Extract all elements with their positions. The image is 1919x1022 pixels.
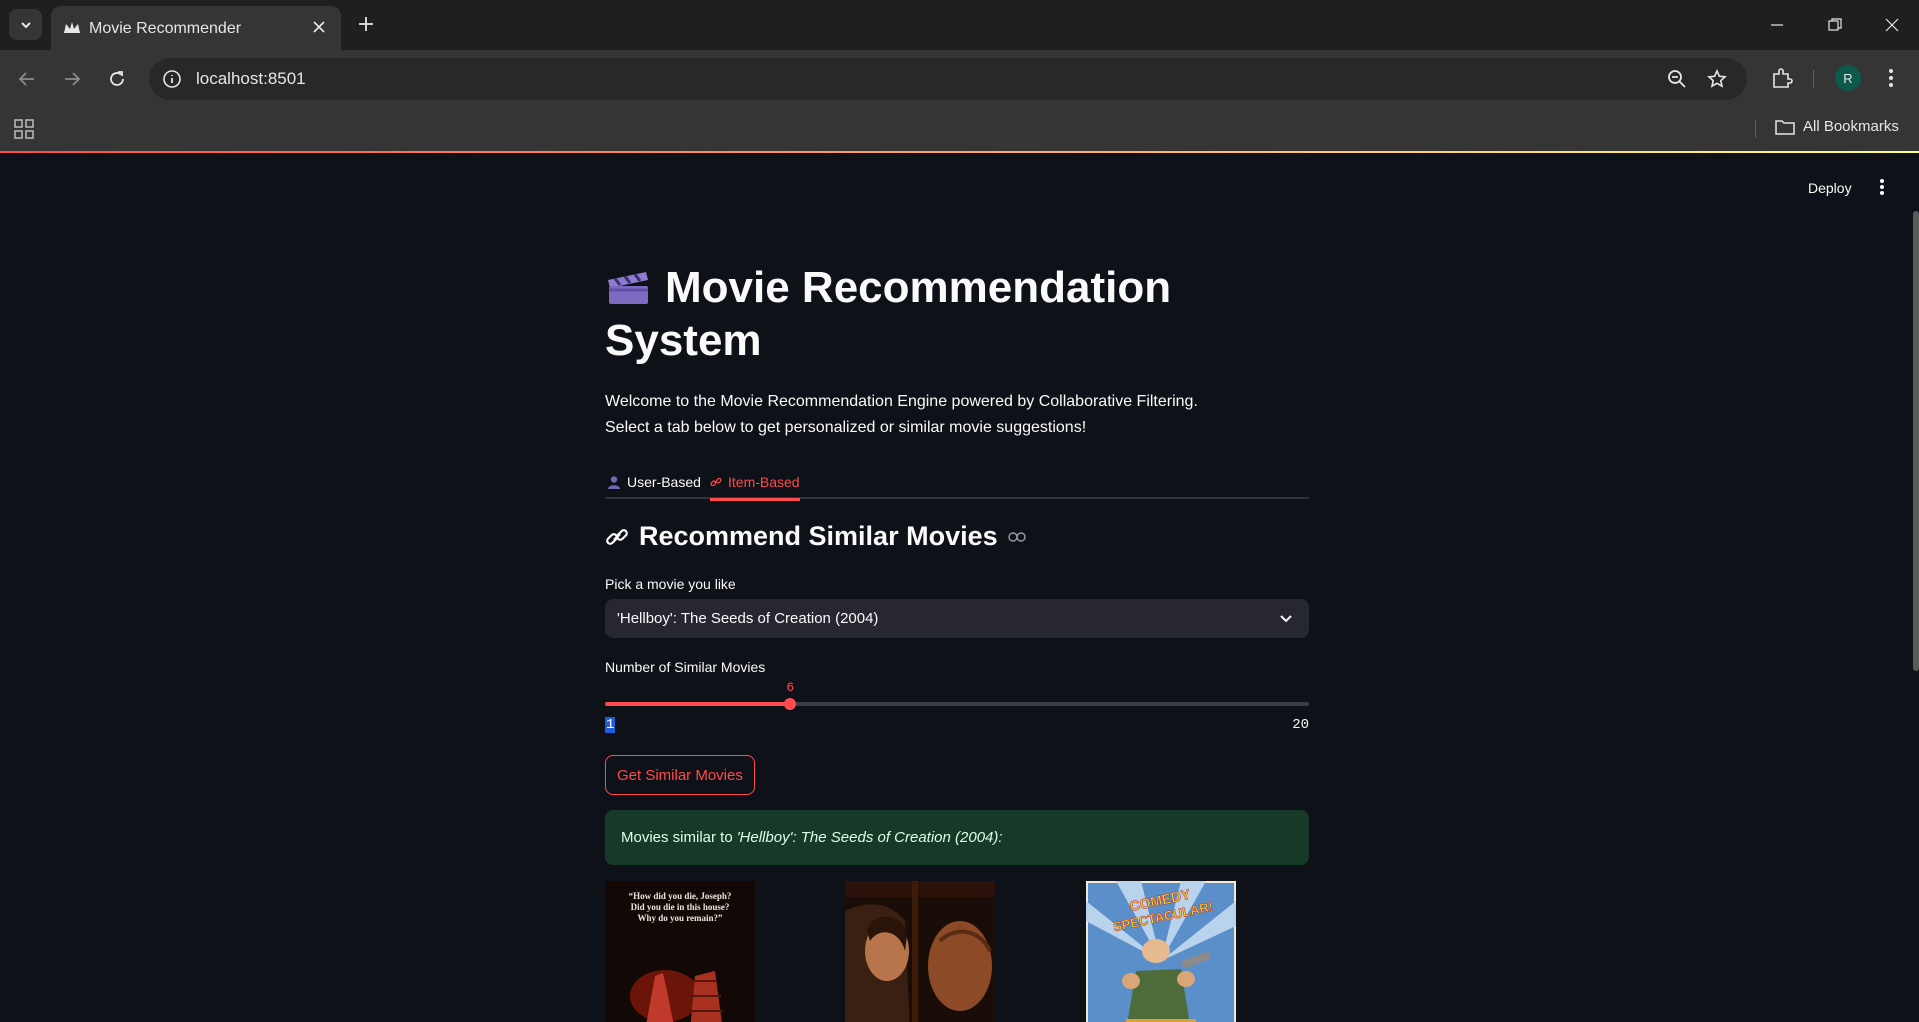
streamlit-app: Deploy Movie Recommendation System Welco… [0,151,1919,1022]
new-tab-icon[interactable] [354,12,378,36]
browser-menu-icon[interactable] [1878,65,1904,91]
link-icon [710,477,722,487]
tab-item-based[interactable]: Item-Based [710,465,800,501]
close-tab-icon[interactable] [309,17,329,37]
clapperboard-icon [608,272,648,304]
zoom-icon[interactable] [1666,68,1688,90]
streamlit-crown-icon [64,22,80,33]
extensions-icon[interactable] [1769,65,1795,91]
bookmarks-bar: All Bookmarks [0,107,1919,151]
movie-poster-1: “How did you die, Joseph? Did you die in … [605,881,755,1022]
poster-1-tagline: “How did you die, Joseph? Did you die in … [629,891,732,923]
tab-user-based-label: User-Based [627,474,701,490]
reload-icon[interactable] [102,64,132,94]
alert-movie: 'Hellboy': The Seeds of Creation (2004): [736,829,1003,846]
folder-icon [1775,119,1795,135]
slider-max-value: 20 [1292,717,1309,733]
tab-title: Movie Recommender [89,20,242,37]
user-icon [608,476,620,489]
tab-user-based[interactable]: User-Based [607,465,701,499]
slider-current-value: 6 [786,680,795,695]
poster-grid: “How did you die, Joseph? Did you die in … [605,881,1309,1022]
bookmarks-separator [1755,120,1756,138]
tab-item-based-label: Item-Based [728,474,800,490]
all-bookmarks-label: All Bookmarks [1803,118,1899,135]
scrollbar[interactable] [1913,211,1919,671]
similar-count-slider[interactable] [605,698,1309,710]
success-alert: Movies similar to 'Hellboy': The Seeds o… [605,810,1309,865]
movie-poster-2 [845,881,995,1022]
movie-select-label: Pick a movie you like [605,576,736,592]
section-subheader: Recommend Similar Movies [605,521,1026,552]
apps-grid-icon[interactable] [13,118,35,140]
chevron-down-icon [1280,615,1292,623]
header-decoration [0,151,1919,153]
chevron-down-icon [20,21,31,28]
intro-text: Welcome to the Movie Recommendation Engi… [605,389,1198,441]
restore-icon[interactable] [1820,10,1850,40]
alert-prefix: Movies similar to [621,829,733,846]
toolbar-separator [1813,70,1814,88]
slider-fill [605,702,791,706]
slider-label: Number of Similar Movies [605,659,766,675]
get-similar-movies-button[interactable]: Get Similar Movies [605,755,755,795]
movie-select[interactable]: 'Hellboy': The Seeds of Creation (2004) [605,599,1309,638]
browser-toolbar: localhost:8501 R [0,50,1919,107]
browser-tabstrip: Movie Recommender [0,0,1919,50]
main-menu-icon[interactable] [1870,175,1894,199]
tab-list: User-Based Item-Based [605,465,1309,501]
forward-icon[interactable] [57,64,87,94]
movie-select-value: 'Hellboy': The Seeds of Creation (2004) [617,610,879,627]
profile-avatar[interactable]: R [1835,65,1861,91]
back-icon[interactable] [12,64,42,94]
address-bar[interactable]: localhost:8501 [149,58,1747,100]
close-window-icon[interactable] [1877,10,1907,40]
link-icon [606,528,628,545]
bookmark-star-icon[interactable] [1706,68,1728,90]
page-title: Movie Recommendation System [605,261,1309,367]
url-text[interactable]: localhost:8501 [196,69,306,89]
movie-poster-3: COMEDY SPECTACULAR! [1086,881,1236,1022]
intro-line-2: Select a tab below to get personalized o… [605,419,1087,436]
slider-min-value: 1 [605,717,616,733]
browser-tab[interactable]: Movie Recommender [51,6,341,50]
page-title-text: Movie Recommendation System [605,263,1172,365]
deploy-button[interactable]: Deploy [1800,176,1860,200]
intro-line-1: Welcome to the Movie Recommendation Engi… [605,393,1198,410]
all-bookmarks-button[interactable]: All Bookmarks [1775,118,1899,135]
anchor-link-icon[interactable] [1007,531,1026,543]
tab-search-button[interactable] [9,9,42,40]
section-subheader-text: Recommend Similar Movies [639,521,998,551]
minimize-icon[interactable] [1762,10,1792,40]
site-info-icon[interactable] [161,68,183,90]
slider-thumb[interactable] [784,698,797,710]
